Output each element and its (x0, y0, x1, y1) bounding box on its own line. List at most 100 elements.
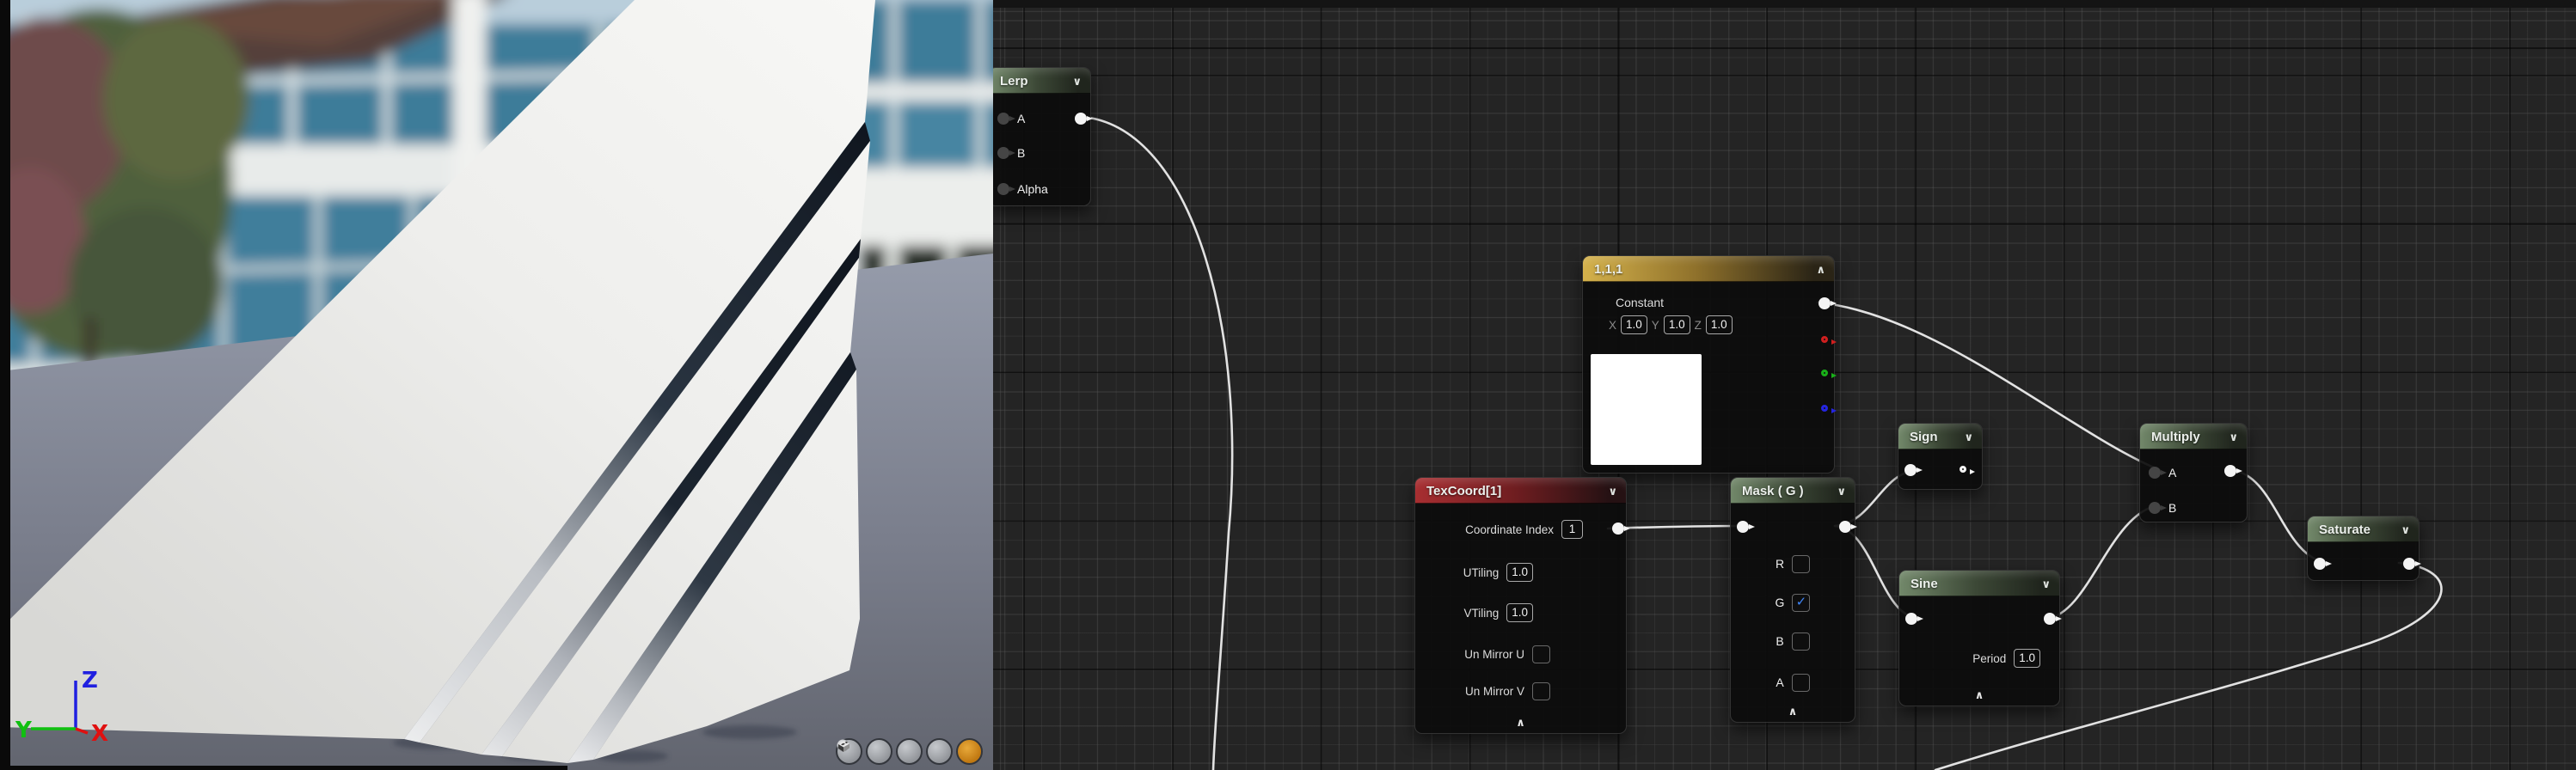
pin-label: Alpha (1017, 182, 1048, 196)
utiling-field[interactable]: 1.0 (1506, 563, 1533, 582)
node-mask[interactable]: Mask ( G ) R G ✓ B A (1730, 477, 1857, 723)
output-pin-b[interactable] (1821, 405, 1837, 413)
node-texcoord-header[interactable]: TexCoord[1] (1415, 478, 1626, 504)
input-pin[interactable] (1737, 521, 1755, 533)
output-pin[interactable] (1960, 466, 1975, 474)
output-pin-g[interactable] (1821, 370, 1837, 378)
vtiling-label: VTiling (1463, 606, 1500, 620)
chevron-down-icon[interactable] (1608, 486, 1617, 497)
node-title: Sign (1910, 429, 1938, 444)
constant-color-preview (1591, 354, 1702, 465)
z-field-label: Z (1694, 318, 1702, 332)
input-pin[interactable] (1905, 613, 1923, 625)
chevron-down-icon[interactable] (2401, 524, 2410, 535)
vtiling-field[interactable]: 1.0 (1506, 603, 1533, 622)
viewport-left-border (0, 0, 10, 770)
wire-constant-to-multiply-a[interactable] (1816, 301, 2162, 472)
node-title: Multiply (2151, 429, 2200, 444)
node-title: TexCoord[1] (1426, 483, 1502, 498)
output-pin[interactable] (1075, 113, 1093, 125)
node-title: Saturate (2319, 522, 2371, 537)
node-sine[interactable]: Sine Period 1.0 (1898, 570, 2062, 706)
input-pin-a[interactable] (2149, 467, 2167, 479)
chevron-down-icon[interactable] (2229, 431, 2238, 443)
chevron-down-icon[interactable] (1964, 431, 1973, 443)
output-pin[interactable] (1839, 521, 1857, 533)
node-title: Mask ( G ) (1742, 483, 1804, 498)
b-channel-checkbox[interactable] (1791, 632, 1810, 651)
input-pin[interactable] (1904, 464, 1923, 476)
pin-label: B (1017, 146, 1026, 160)
a-channel-label: A (1776, 675, 1784, 689)
unmirror-v-checkbox[interactable] (1532, 681, 1550, 700)
coordinate-index-field[interactable]: 1 (1561, 520, 1583, 539)
r-channel-checkbox[interactable] (1792, 554, 1811, 573)
pin-label: B (2168, 501, 2177, 515)
preview-shape-sphere-button[interactable] (837, 738, 892, 765)
preview-shape-cube-button[interactable] (839, 738, 953, 765)
node-texcoord[interactable]: TexCoord[1] Coordinate Index 1 UTiling 1… (1414, 477, 1630, 734)
chevron-down-icon[interactable] (2041, 578, 2051, 590)
output-pin-r[interactable] (1821, 336, 1837, 345)
preview-shape-plane-button[interactable] (837, 738, 923, 765)
node-saturate-header[interactable]: Saturate (2308, 516, 2419, 542)
wire-lerp-to-offscreen[interactable] (1088, 116, 1234, 770)
node-title: Lerp (1000, 73, 1028, 89)
y-value-field[interactable]: 1.0 (1663, 315, 1690, 334)
node-multiply[interactable]: Multiply A B (2139, 423, 2248, 522)
collapse-chevron-icon[interactable] (1415, 717, 1626, 728)
unmirror-u-checkbox[interactable] (1532, 645, 1550, 663)
g-channel-label: G (1775, 596, 1785, 609)
unmirror-u-label: Un Mirror U (1464, 647, 1524, 661)
node-sign-header[interactable]: Sign (1898, 424, 1982, 449)
input-pin-alpha[interactable] (997, 183, 1015, 195)
node-multiply-header[interactable]: Multiply (2140, 424, 2247, 449)
chevron-down-icon[interactable] (1072, 76, 1082, 87)
input-pin[interactable] (2314, 558, 2332, 570)
pin-label: A (2168, 466, 2177, 480)
viewport-bottom-border (0, 766, 567, 770)
period-field[interactable]: 1.0 (2014, 649, 2040, 668)
z-value-field[interactable]: 1.0 (1705, 315, 1733, 334)
node-mask-header[interactable]: Mask ( G ) (1731, 478, 1855, 504)
y-field-label: Y (1651, 318, 1659, 332)
r-channel-label: R (1775, 557, 1785, 571)
node-saturate[interactable]: Saturate (2307, 516, 2421, 581)
x-value-field[interactable]: 1.0 (1621, 315, 1647, 334)
output-pin[interactable] (2044, 613, 2062, 625)
chevron-down-icon[interactable] (1837, 486, 1846, 497)
node-lerp-header[interactable]: Lerp (993, 68, 1090, 94)
coordinate-index-label: Coordinate Index (1465, 522, 1554, 536)
node-lerp[interactable]: Lerp A B Alpha (993, 67, 1093, 206)
node-constant[interactable]: 1,1,1 Constant X 1.0 Y 1.0 Z 1.0 (1582, 255, 1837, 474)
chevron-up-icon[interactable] (1816, 264, 1825, 275)
output-pin[interactable] (2403, 558, 2421, 570)
node-constant-header[interactable]: 1,1,1 (1583, 256, 1834, 282)
output-pin[interactable] (1612, 522, 1630, 535)
node-title: 1,1,1 (1594, 261, 1623, 277)
material-editor: Z Y X Lerp ∨ A B Alpha 1,1,1 ∧ Constant … (0, 0, 2576, 770)
pin-label: A (1017, 112, 1026, 125)
wire-sine-to-multiply-b[interactable] (2046, 504, 2160, 620)
b-channel-label: B (1776, 634, 1784, 648)
output-pin-rgb[interactable] (1819, 297, 1837, 309)
preview-shape-toolbar (836, 738, 983, 765)
z-axis-label: Z (82, 668, 98, 694)
x-field-label: X (1609, 318, 1617, 332)
collapse-chevron-icon[interactable] (1731, 706, 1855, 717)
unmirror-v-label: Un Mirror V (1464, 684, 1524, 698)
preview-shape-mesh-button[interactable] (838, 738, 983, 765)
g-channel-checkbox[interactable]: ✓ (1792, 593, 1811, 612)
input-pin-b[interactable] (2149, 502, 2167, 514)
preview-viewport[interactable]: Z Y X (0, 0, 993, 770)
output-pin[interactable] (2224, 465, 2242, 477)
period-label: Period (1972, 651, 2007, 665)
input-pin-a[interactable] (997, 113, 1015, 125)
collapse-chevron-icon[interactable] (1899, 689, 2059, 700)
node-sign[interactable]: Sign (1898, 423, 1983, 490)
input-pin-b[interactable] (997, 147, 1015, 159)
a-channel-checkbox[interactable] (1791, 673, 1810, 692)
node-sine-header[interactable]: Sine (1899, 571, 2059, 596)
material-graph-canvas[interactable]: Lerp A B Alpha 1,1,1 C (993, 0, 2576, 770)
preview-scene: Z Y X (0, 0, 993, 770)
